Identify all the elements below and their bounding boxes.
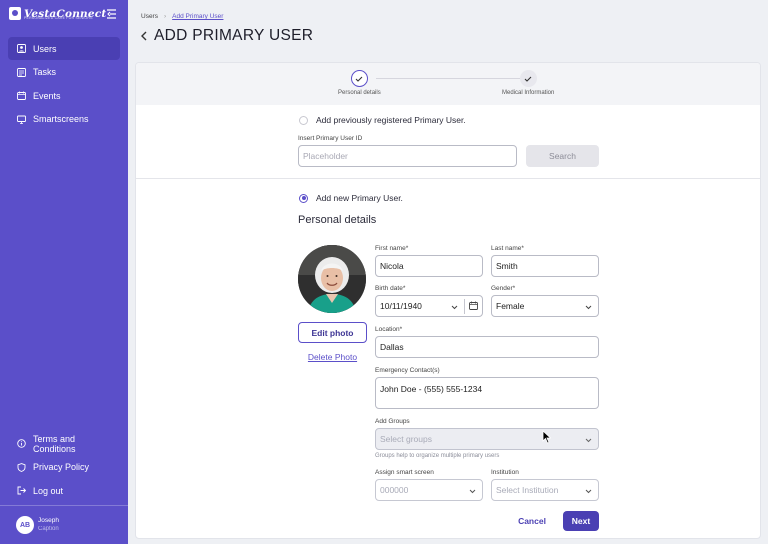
user-info: Joseph Caption	[38, 517, 59, 533]
user-name: Joseph	[38, 517, 59, 524]
sidebar-item-label: Smartscreens	[33, 114, 89, 124]
primary-user-id-input[interactable]: Placeholder	[298, 145, 517, 167]
check-icon	[350, 70, 368, 87]
sidebar: VestaConnect PERSONALIZED CARE FOR SENIO…	[0, 0, 128, 544]
birth-date-input[interactable]: 10/11/1940	[375, 295, 483, 317]
section-title: Personal details	[298, 214, 377, 226]
cancel-button[interactable]: Cancel	[514, 511, 550, 531]
next-button[interactable]: Next	[563, 511, 599, 531]
info-icon	[17, 439, 26, 448]
institution-placeholder: Select Institution	[496, 485, 559, 495]
chevron-down-icon	[585, 436, 592, 443]
divider	[464, 299, 465, 314]
chevron-down-icon	[585, 487, 592, 494]
last-name-input[interactable]: Smith	[491, 255, 599, 277]
groups-helper-text: Groups help to organize multiple primary…	[375, 453, 500, 459]
sidebar-item-label: Privacy Policy	[33, 462, 90, 472]
institution-select[interactable]: Select Institution	[491, 479, 599, 501]
delete-photo-link[interactable]: Delete Photo	[298, 350, 367, 364]
first-name-label: First name*	[375, 245, 409, 252]
sidebar-item-label: Events	[33, 90, 61, 101]
stepper: Personal details Medical Information	[136, 63, 760, 105]
shield-icon	[17, 462, 26, 472]
sidebar-item-smartscreens[interactable]: Smartscreens	[8, 108, 120, 131]
user-caption: Caption	[38, 526, 59, 532]
location-label: Location*	[375, 326, 403, 333]
radio-button[interactable]	[299, 115, 308, 125]
emergency-contact-textarea[interactable]: John Doe - (555) 555-1234	[375, 377, 599, 409]
logout-icon	[17, 486, 26, 495]
birth-date-value: 10/11/1940	[380, 301, 422, 311]
calendar-icon[interactable]	[469, 301, 478, 312]
vesta-logo-icon	[9, 7, 21, 20]
smart-screen-select[interactable]: 000000	[375, 479, 483, 501]
chevron-down-icon[interactable]	[451, 303, 458, 313]
stepper-connector	[376, 78, 522, 79]
radio-existing-user[interactable]: Add previously registered Primary User.	[299, 115, 466, 125]
sidebar-item-logout[interactable]: Log out	[8, 479, 120, 502]
sidebar-item-label: Log out	[33, 485, 64, 496]
location-input[interactable]: Dallas	[375, 336, 599, 358]
sidebar-item-privacy[interactable]: Privacy Policy	[8, 456, 120, 479]
sidebar-item-terms[interactable]: Terms and Conditions	[8, 432, 120, 455]
search-button[interactable]: Search	[526, 145, 599, 167]
step-label: Personal details	[338, 90, 381, 96]
birth-date-label: Birth date*	[375, 285, 406, 292]
radio-button[interactable]	[299, 193, 308, 203]
sidebar-item-events[interactable]: Events	[8, 84, 120, 107]
step-medical-information[interactable]: Medical Information	[502, 70, 554, 96]
gender-value: Female	[496, 301, 525, 311]
mouse-cursor-icon	[542, 430, 552, 444]
monitor-icon	[17, 115, 26, 124]
primary-user-id-label: Insert Primary User ID	[298, 135, 363, 142]
collapse-menu-icon[interactable]	[107, 9, 118, 19]
radio-label: Add new Primary User.	[316, 193, 403, 203]
form-card: Personal details Medical Information Add…	[135, 62, 761, 539]
breadcrumb-separator-icon: ›	[163, 13, 167, 20]
check-icon	[519, 70, 537, 87]
radio-label: Add previously registered Primary User.	[316, 115, 466, 125]
tasks-icon	[17, 67, 26, 77]
sidebar-item-label: Tasks	[33, 67, 57, 77]
groups-placeholder: Select groups	[380, 434, 432, 444]
groups-select[interactable]: Select groups	[375, 428, 599, 450]
profile-photo	[298, 245, 366, 313]
smart-screen-label: Assign smart screen	[375, 469, 434, 476]
gender-label: Gender*	[491, 285, 516, 292]
sidebar-item-label: Users	[33, 43, 57, 54]
brand-tagline: PERSONALIZED CARE FOR SENIORS	[24, 16, 93, 20]
step-personal-details[interactable]: Personal details	[338, 70, 381, 96]
sidebar-bottom-nav: Terms and Conditions Privacy Policy Log …	[8, 432, 120, 503]
breadcrumb-root[interactable]: Users	[141, 13, 158, 20]
avatar: AB	[16, 516, 34, 534]
sidebar-item-tasks[interactable]: Tasks	[8, 61, 120, 84]
sidebar-item-label: Terms and Conditions	[33, 433, 76, 454]
page-header: ADD PRIMARY USER	[141, 27, 313, 45]
user-profile[interactable]: AB Joseph Caption	[0, 505, 128, 544]
page-title: ADD PRIMARY USER	[154, 27, 314, 44]
chevron-down-icon	[469, 487, 476, 494]
breadcrumb-current[interactable]: Add Primary User	[172, 13, 223, 20]
gender-select[interactable]: Female	[491, 295, 599, 317]
sidebar-nav: Users Tasks Events Smartscreens	[8, 37, 120, 131]
first-name-input[interactable]: Nicola	[375, 255, 483, 277]
sidebar-item-users[interactable]: Users	[8, 37, 120, 60]
add-groups-label: Add Groups	[375, 418, 410, 425]
last-name-label: Last name*	[491, 245, 524, 252]
smart-screen-placeholder: 000000	[380, 485, 409, 495]
users-icon	[17, 44, 26, 53]
existing-user-section: Add previously registered Primary User. …	[136, 105, 760, 179]
radio-new-user[interactable]: Add new Primary User.	[299, 193, 403, 203]
chevron-down-icon	[585, 303, 592, 310]
calendar-icon	[17, 91, 26, 100]
institution-label: Institution	[491, 469, 519, 476]
edit-photo-button[interactable]: Edit photo	[298, 322, 367, 343]
breadcrumb: Users › Add Primary User	[141, 13, 223, 20]
back-arrow-icon[interactable]	[141, 29, 151, 43]
step-label: Medical Information	[502, 90, 555, 96]
emergency-contact-label: Emergency Contact(s)	[375, 367, 440, 374]
